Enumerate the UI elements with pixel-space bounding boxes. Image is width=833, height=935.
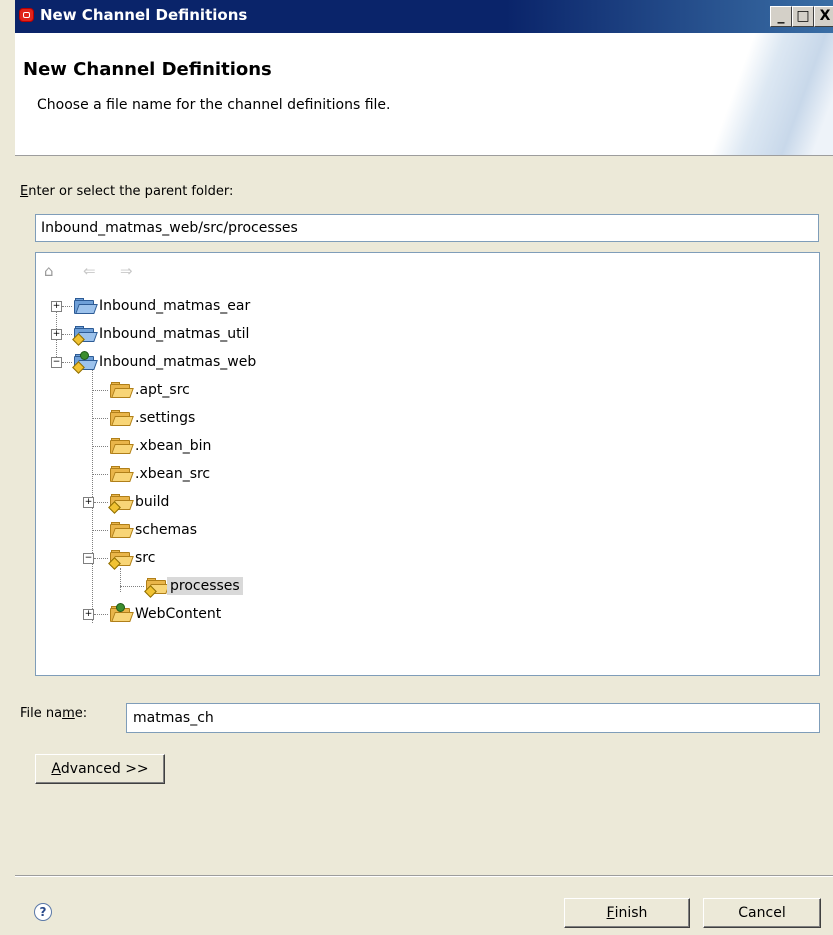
source-folder-icon [108,550,134,570]
folder-icon [110,438,134,454]
advanced-button[interactable]: Advanced >> [35,754,165,784]
folder-icon [110,410,134,426]
footer-divider [15,875,833,877]
tree-item-label: .apt_src [135,382,190,398]
tree-item[interactable]: schemas [36,519,796,543]
project-folder-icon [72,326,98,346]
tree-item[interactable]: + build [36,491,796,515]
expand-icon[interactable]: + [83,609,94,620]
parent-folder-input[interactable] [35,214,819,242]
folder-icon [110,382,134,398]
tree-item-label: Inbound_matmas_util [99,326,250,342]
tree-item-label: src [135,550,156,566]
header-decoration [673,33,833,155]
tree-item[interactable]: .apt_src [36,379,796,403]
tree-item[interactable]: .settings [36,407,796,431]
expand-icon[interactable]: + [51,329,62,340]
window-title: New Channel Definitions [40,6,248,24]
collapse-icon[interactable]: − [51,357,62,368]
web-folder-icon [110,603,134,622]
minimize-button[interactable]: _ [770,6,792,27]
app-icon [19,8,34,22]
tree-item[interactable]: .xbean_src [36,463,796,487]
maximize-button[interactable]: □ [792,6,814,27]
forward-arrow-icon[interactable]: ⇒ [120,262,133,280]
tree-item-label: processes [167,577,243,595]
folder-icon [110,522,134,538]
file-name-label: File name: [20,706,88,721]
source-folder-icon [144,578,170,598]
tree-item[interactable]: + WebContent [36,603,796,627]
cancel-button[interactable]: Cancel [703,898,821,928]
project-folder-icon [74,298,98,314]
back-arrow-icon[interactable]: ⇐ [83,262,96,280]
folder-tree[interactable]: ⌂ ⇐ ⇒ + Inbound_matmas_ear + Inbound_mat… [35,252,820,676]
parent-folder-label: Enter or select the parent folder: [20,184,234,199]
tree-toolbar: ⌂ ⇐ ⇒ [36,253,819,287]
tree-item-label: Inbound_matmas_ear [99,298,251,314]
tree-item[interactable]: + Inbound_matmas_ear [36,295,796,319]
page-title: New Channel Definitions [23,59,272,80]
window-titlebar[interactable]: New Channel Definitions _ □ X [15,0,833,33]
folder-icon [110,466,134,482]
collapse-icon[interactable]: − [83,553,94,564]
file-name-input[interactable] [126,703,820,733]
tree-item-selected[interactable]: processes [36,575,796,599]
tree-item-label: schemas [135,522,197,538]
expand-icon[interactable]: + [83,497,94,508]
tree-item[interactable]: .xbean_bin [36,435,796,459]
expand-icon[interactable]: + [51,301,62,312]
close-button[interactable]: X [814,6,833,27]
page-description: Choose a file name for the channel defin… [37,97,391,113]
home-icon[interactable]: ⌂ [44,262,54,280]
tree-item-label: build [135,494,170,510]
tree-item-label: .xbean_bin [135,438,212,454]
tree-item-label: .settings [135,410,196,426]
finish-button[interactable]: Finish [564,898,690,928]
tree-item-label: Inbound_matmas_web [99,354,257,370]
tree-item-label: WebContent [135,606,222,622]
wizard-header: New Channel Definitions Choose a file na… [15,33,833,156]
tree-item[interactable]: − src [36,547,796,571]
source-folder-icon [108,494,134,514]
tree-item[interactable]: + Inbound_matmas_util [36,323,796,347]
help-icon[interactable]: ? [34,903,52,921]
tree-item-label: .xbean_src [135,466,211,482]
tree-item[interactable]: − Inbound_matmas_web [36,351,796,375]
web-project-folder-icon [72,351,98,374]
